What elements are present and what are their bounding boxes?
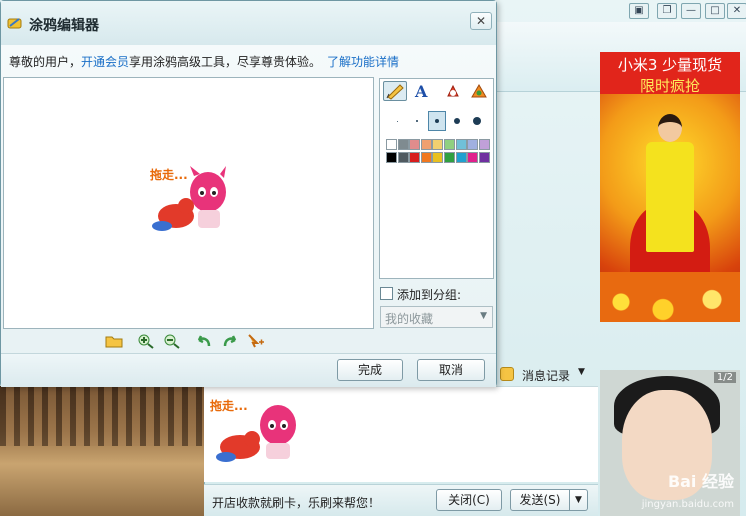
color-swatch[interactable] [386,152,397,163]
brush-size-selector [386,111,490,131]
feature-details-link[interactable]: 了解功能详情 [327,55,399,69]
pen-tool-tab[interactable] [383,81,407,101]
color-swatch[interactable] [478,152,490,163]
canvas-doodle-image [152,166,226,231]
done-button[interactable]: 完成 [337,359,403,381]
close-chat-button[interactable]: 关闭(C) [436,489,502,511]
brush-size-2[interactable] [408,111,426,131]
watermark-logo: Bai 经验 [667,472,734,491]
ad-banner-headline: 小米3 少量现货 限时疯抢 [600,52,740,95]
chevron-down-icon: ▼ [578,367,585,377]
notice-text-2: 享用涂鸦高级工具，尽享尊贵体验。 [129,55,322,69]
group-select[interactable]: 我的收藏 ▼ [380,306,493,328]
text-tool-tab[interactable]: A [409,81,433,101]
redo-icon[interactable] [221,333,239,349]
notice-text-1: 尊敬的用户， [9,55,82,69]
compose-area[interactable]: 拖走... [204,386,598,482]
minimize-button[interactable]: — [681,3,701,19]
color-swatch[interactable] [397,139,409,150]
drawing-canvas[interactable]: 拖走... [3,77,374,329]
desktop-wallpaper [0,386,204,516]
brush-size-4[interactable] [448,111,466,131]
stamp-tool-tab[interactable] [441,81,465,101]
dialog-close-button[interactable]: ✕ [470,12,492,30]
send-options-dropdown[interactable]: ▼ [570,489,588,511]
ad-headline-line1: 小米3 少量现货 [617,56,723,74]
message-history-label: 消息记录 [522,369,571,383]
skin-icon[interactable]: ▣ [629,3,649,19]
effects-tool-icon [471,84,487,98]
text-tool-icon: A [414,82,428,101]
stamp-tool-icon [447,84,459,97]
maximize-button[interactable]: □ [705,3,725,19]
doodle-image [216,405,296,462]
effects-tool-tab[interactable] [467,81,491,101]
tool-panel: A [379,78,494,279]
restore-button[interactable]: ❐ [657,3,677,19]
color-swatch[interactable] [409,139,421,150]
message-history-button[interactable]: 消息记录 ▼ [500,364,596,386]
message-history-icon [500,367,514,381]
member-notice: 尊敬的用户，开通会员享用涂鸦高级工具，尽享尊贵体验。 了解功能详情 [9,53,399,70]
text-ad-link[interactable]: 开店收款就刷卡，乐刷来帮您！ [212,494,380,511]
color-swatch[interactable] [455,152,467,163]
color-swatch[interactable] [386,139,397,150]
color-swatch[interactable] [444,139,455,150]
color-swatch[interactable] [420,152,432,163]
group-select-value: 我的收藏 [385,312,434,326]
add-to-group-check[interactable] [380,287,393,300]
zoom-out-icon[interactable] [163,333,181,349]
add-to-group-label: 添加到分组: [397,288,462,302]
color-swatch[interactable] [455,139,467,150]
chat-bottom-bar: 开店收款就刷卡，乐刷来帮您！ 关闭(C) 发送(S) ▼ [204,484,598,516]
watermark-url: jingyan.baidu.com [641,499,734,510]
move-pointer-icon[interactable] [247,333,265,349]
dialog-titlebar[interactable]: 涂鸦编辑器 ✕ [1,1,496,45]
color-swatch[interactable] [397,152,409,163]
color-swatch[interactable] [432,139,444,150]
cancel-button[interactable]: 取消 [417,359,485,381]
doodle-editor-icon [7,18,22,29]
dialog-footer: 完成 取消 [1,353,496,387]
color-swatch[interactable] [467,152,479,163]
zoom-in-icon[interactable] [137,333,155,349]
ad-banner-bottom[interactable]: 1/2 Bai 经验 jingyan.baidu.com [600,370,740,516]
svg-text:A: A [414,82,428,100]
color-swatch[interactable] [478,139,490,150]
brush-size-3[interactable] [428,111,446,131]
doodle-editor-dialog: 涂鸦编辑器 ✕ 尊敬的用户，开通会员享用涂鸦高级工具，尽享尊贵体验。 了解功能详情… [0,0,497,387]
color-swatch[interactable] [409,152,421,163]
window-close-button[interactable]: ✕ [727,3,746,19]
chevron-down-icon: ▼ [480,311,487,321]
open-membership-link[interactable]: 开通会员 [81,55,129,69]
dialog-title: 涂鸦编辑器 [29,18,99,34]
brush-size-1[interactable] [388,111,406,131]
brush-size-5[interactable] [468,111,486,131]
color-swatch[interactable] [432,152,444,163]
ad-flowers-graphic [600,272,740,322]
ad-banner-image [600,94,740,322]
ad-banner-top[interactable]: 小米3 少量现货 限时疯抢 [600,52,740,322]
send-button[interactable]: 发送(S) [510,489,570,511]
color-swatch[interactable] [467,139,479,150]
pen-tool-icon [386,84,404,100]
color-swatch[interactable] [444,152,455,163]
ad-page-indicator[interactable]: 1/2 [713,372,736,383]
open-folder-icon[interactable] [105,333,123,349]
color-swatch[interactable] [420,139,432,150]
ad-headline-line2: 限时疯抢 [639,77,700,95]
undo-icon[interactable] [195,333,213,349]
